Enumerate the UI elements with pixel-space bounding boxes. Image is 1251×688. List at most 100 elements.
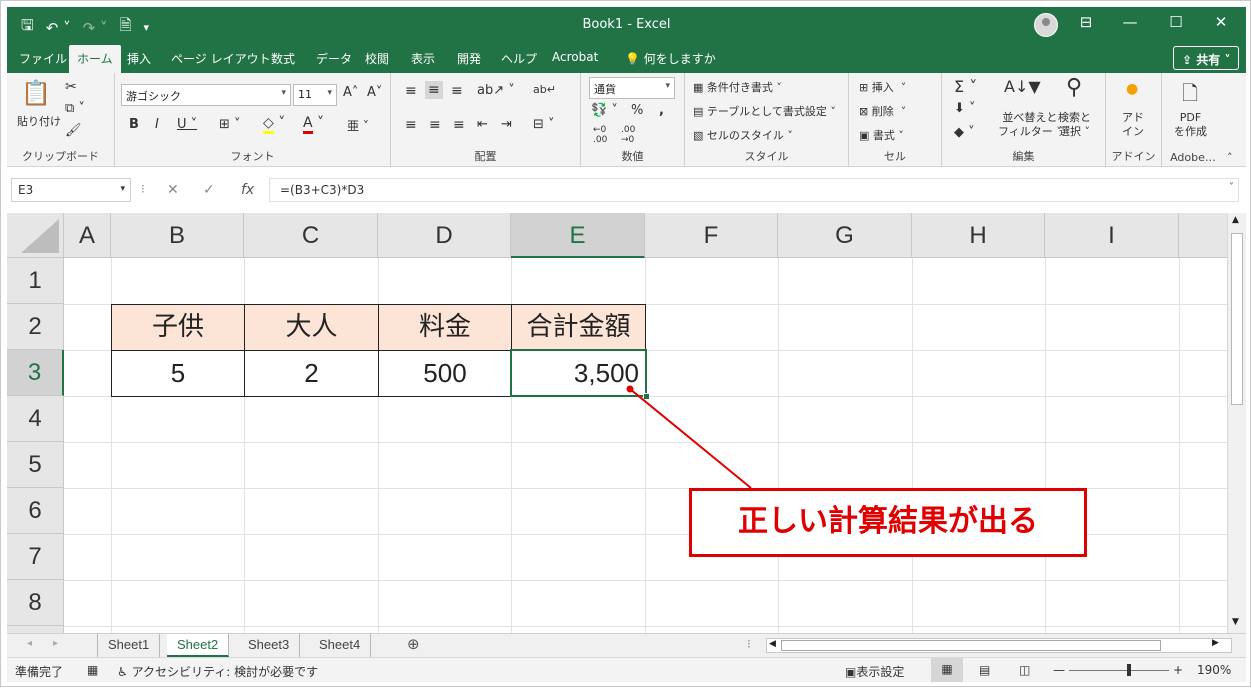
insert-function-icon[interactable]: fx — [241, 182, 254, 198]
column-header-i[interactable]: I — [1045, 213, 1179, 258]
delete-cells-button[interactable]: ⊠ 削除 ˅ — [859, 103, 906, 119]
split-handle-icon[interactable]: ⁝ — [747, 637, 751, 651]
zoom-in-icon[interactable]: + — [1173, 663, 1183, 677]
minimize-button[interactable]: — — [1115, 13, 1145, 31]
column-header-c[interactable]: C — [244, 213, 378, 258]
clear-icon[interactable]: ◆ ˅ — [954, 125, 975, 140]
tab-page-layout[interactable]: ページ レイアウト — [171, 50, 271, 67]
create-pdf-button[interactable]: PDF を作成 — [1174, 111, 1207, 139]
sort-filter-icon[interactable]: A↓▼ — [1004, 77, 1041, 96]
scroll-down-icon[interactable]: ▼ — [1232, 617, 1239, 627]
account-avatar[interactable] — [1034, 13, 1058, 37]
underline-icon[interactable]: U ˅ — [177, 117, 197, 132]
zoom-level[interactable]: 190% — [1197, 663, 1231, 677]
cell-styles-button[interactable]: ▧ セルのスタイル ˅ — [693, 127, 793, 143]
formula-input[interactable]: =(B3+C3)*D3 — [269, 178, 1239, 202]
scroll-left-icon[interactable]: ◀ — [769, 639, 776, 649]
row-header-5[interactable]: 5 — [7, 442, 64, 488]
close-button[interactable]: ✕ — [1206, 13, 1236, 31]
font-name-select[interactable]: 游ゴシック ▾ — [121, 84, 291, 106]
format-painter-icon[interactable]: 🖌 — [65, 123, 82, 138]
new-sheet-icon[interactable]: ⊕ — [407, 635, 420, 653]
tab-file[interactable]: ファイル — [19, 50, 67, 67]
cell-d3[interactable]: 500 — [378, 350, 512, 397]
merge-center-icon[interactable]: ⊟ ˅ — [533, 117, 555, 132]
align-right-icon[interactable]: ≡ — [453, 117, 465, 133]
macro-record-icon[interactable]: ▦ — [87, 663, 98, 677]
accounting-format-icon[interactable]: 💱 ˅ — [591, 103, 618, 118]
paste-button[interactable]: 貼り付け — [17, 113, 61, 129]
name-box[interactable]: E3 ▾ — [11, 178, 131, 202]
row-header-3[interactable]: 3 — [7, 350, 64, 396]
addins-button[interactable]: アド イン — [1122, 111, 1144, 139]
tab-help[interactable]: ヘルプ — [501, 50, 537, 67]
sheet-tab-3[interactable]: Sheet3 — [238, 634, 301, 657]
find-select-icon[interactable]: ⚲ — [1066, 75, 1082, 100]
increase-indent-icon[interactable]: ⇥ — [501, 117, 512, 132]
share-button[interactable]: ⇪ 共有 ˅ — [1173, 46, 1239, 70]
column-header-h[interactable]: H — [912, 213, 1045, 258]
worksheet-grid[interactable]: A B C D E F G H I 1 2 3 4 5 6 7 8 子供 大人 … — [7, 213, 1227, 633]
scroll-right-icon[interactable]: ▶ — [1212, 638, 1219, 648]
zoom-out-icon[interactable]: — — [1053, 663, 1065, 677]
maximize-button[interactable]: ☐ — [1161, 13, 1191, 31]
enter-icon[interactable]: ✓ — [203, 182, 215, 198]
column-header-e[interactable]: E — [511, 213, 645, 258]
row-header-7[interactable]: 7 — [7, 534, 64, 580]
conditional-formatting-button[interactable]: ▦ 条件付き書式 ˅ — [693, 79, 782, 95]
find-select-button[interactable]: 検索と 選択 ˅ — [1058, 111, 1091, 139]
column-header-d[interactable]: D — [378, 213, 511, 258]
row-header-6[interactable]: 6 — [7, 488, 64, 534]
row-header-2[interactable]: 2 — [7, 304, 64, 350]
tab-view[interactable]: 表示 — [411, 50, 435, 67]
collapse-ribbon-icon[interactable]: ˄ — [1227, 151, 1233, 164]
vertical-scrollbar[interactable]: ▲ ▼ — [1227, 213, 1246, 633]
cancel-icon[interactable]: ✕ — [167, 182, 179, 198]
decrease-indent-icon[interactable]: ⇤ — [477, 117, 488, 132]
align-left-icon[interactable]: ≡ — [405, 117, 417, 133]
number-format-select[interactable]: 通貨 ▾ — [589, 77, 675, 99]
font-size-select[interactable]: 11 ▾ — [293, 84, 337, 106]
cell-d2[interactable]: 料金 — [378, 304, 512, 351]
zoom-slider-thumb[interactable] — [1127, 664, 1131, 676]
percent-icon[interactable]: % — [631, 103, 643, 118]
next-sheet-icon[interactable]: ▸ — [53, 638, 58, 649]
normal-view-icon[interactable]: ▦ — [931, 658, 963, 682]
horizontal-scroll-thumb[interactable] — [781, 640, 1161, 651]
accessibility-status[interactable]: ♿ アクセシビリティ: 検討が必要です — [117, 663, 318, 680]
increase-decimal-icon[interactable]: ←0.00 — [593, 125, 607, 145]
prev-sheet-icon[interactable]: ◂ — [27, 638, 32, 649]
cell-e2[interactable]: 合計金額 — [511, 304, 646, 351]
column-header-j[interactable] — [1179, 213, 1227, 258]
fill-handle[interactable] — [643, 393, 650, 400]
horizontal-scrollbar[interactable]: ◀ — [766, 638, 1232, 653]
cell-b3[interactable]: 5 — [111, 350, 245, 397]
addins-icon[interactable]: ● — [1126, 81, 1138, 97]
tab-home[interactable]: ホーム — [69, 45, 121, 73]
tab-review[interactable]: 校閲 — [365, 50, 389, 67]
row-header-4[interactable]: 4 — [7, 396, 64, 442]
phonetic-icon[interactable]: 亜 ˅ — [347, 117, 369, 134]
increase-font-icon[interactable]: A˄ — [343, 85, 358, 100]
comma-style-icon[interactable]: , — [659, 103, 664, 118]
decrease-font-icon[interactable]: A˅ — [367, 85, 382, 100]
column-header-g[interactable]: G — [778, 213, 912, 258]
paste-icon[interactable]: 📋 — [21, 79, 51, 107]
bold-icon[interactable]: B — [129, 117, 139, 132]
fill-color-icon[interactable]: ◇ ˅ — [263, 115, 285, 134]
font-color-icon[interactable]: A ˅ — [303, 115, 324, 134]
insert-cells-button[interactable]: ⊞ 挿入 ˅ — [859, 79, 906, 95]
cell-b2[interactable]: 子供 — [111, 304, 245, 351]
tell-me-search[interactable]: 💡 何をしますか — [625, 50, 716, 67]
autosum-icon[interactable]: Σ ˅ — [954, 77, 977, 96]
italic-icon[interactable]: I — [155, 117, 159, 132]
row-header-1[interactable]: 1 — [7, 258, 64, 304]
display-settings-button[interactable]: ▣表示設定 — [845, 663, 904, 680]
column-header-f[interactable]: F — [645, 213, 778, 258]
borders-icon[interactable]: ⊞ ˅ — [219, 117, 241, 132]
align-center-icon[interactable]: ≡ — [429, 117, 441, 133]
row-header-8[interactable]: 8 — [7, 580, 64, 626]
format-as-table-button[interactable]: ▤ テーブルとして書式設定 ˅ — [693, 103, 836, 119]
sort-filter-button[interactable]: 並べ替えと フィルター ˅ — [998, 111, 1062, 139]
select-all-button[interactable] — [7, 213, 64, 258]
